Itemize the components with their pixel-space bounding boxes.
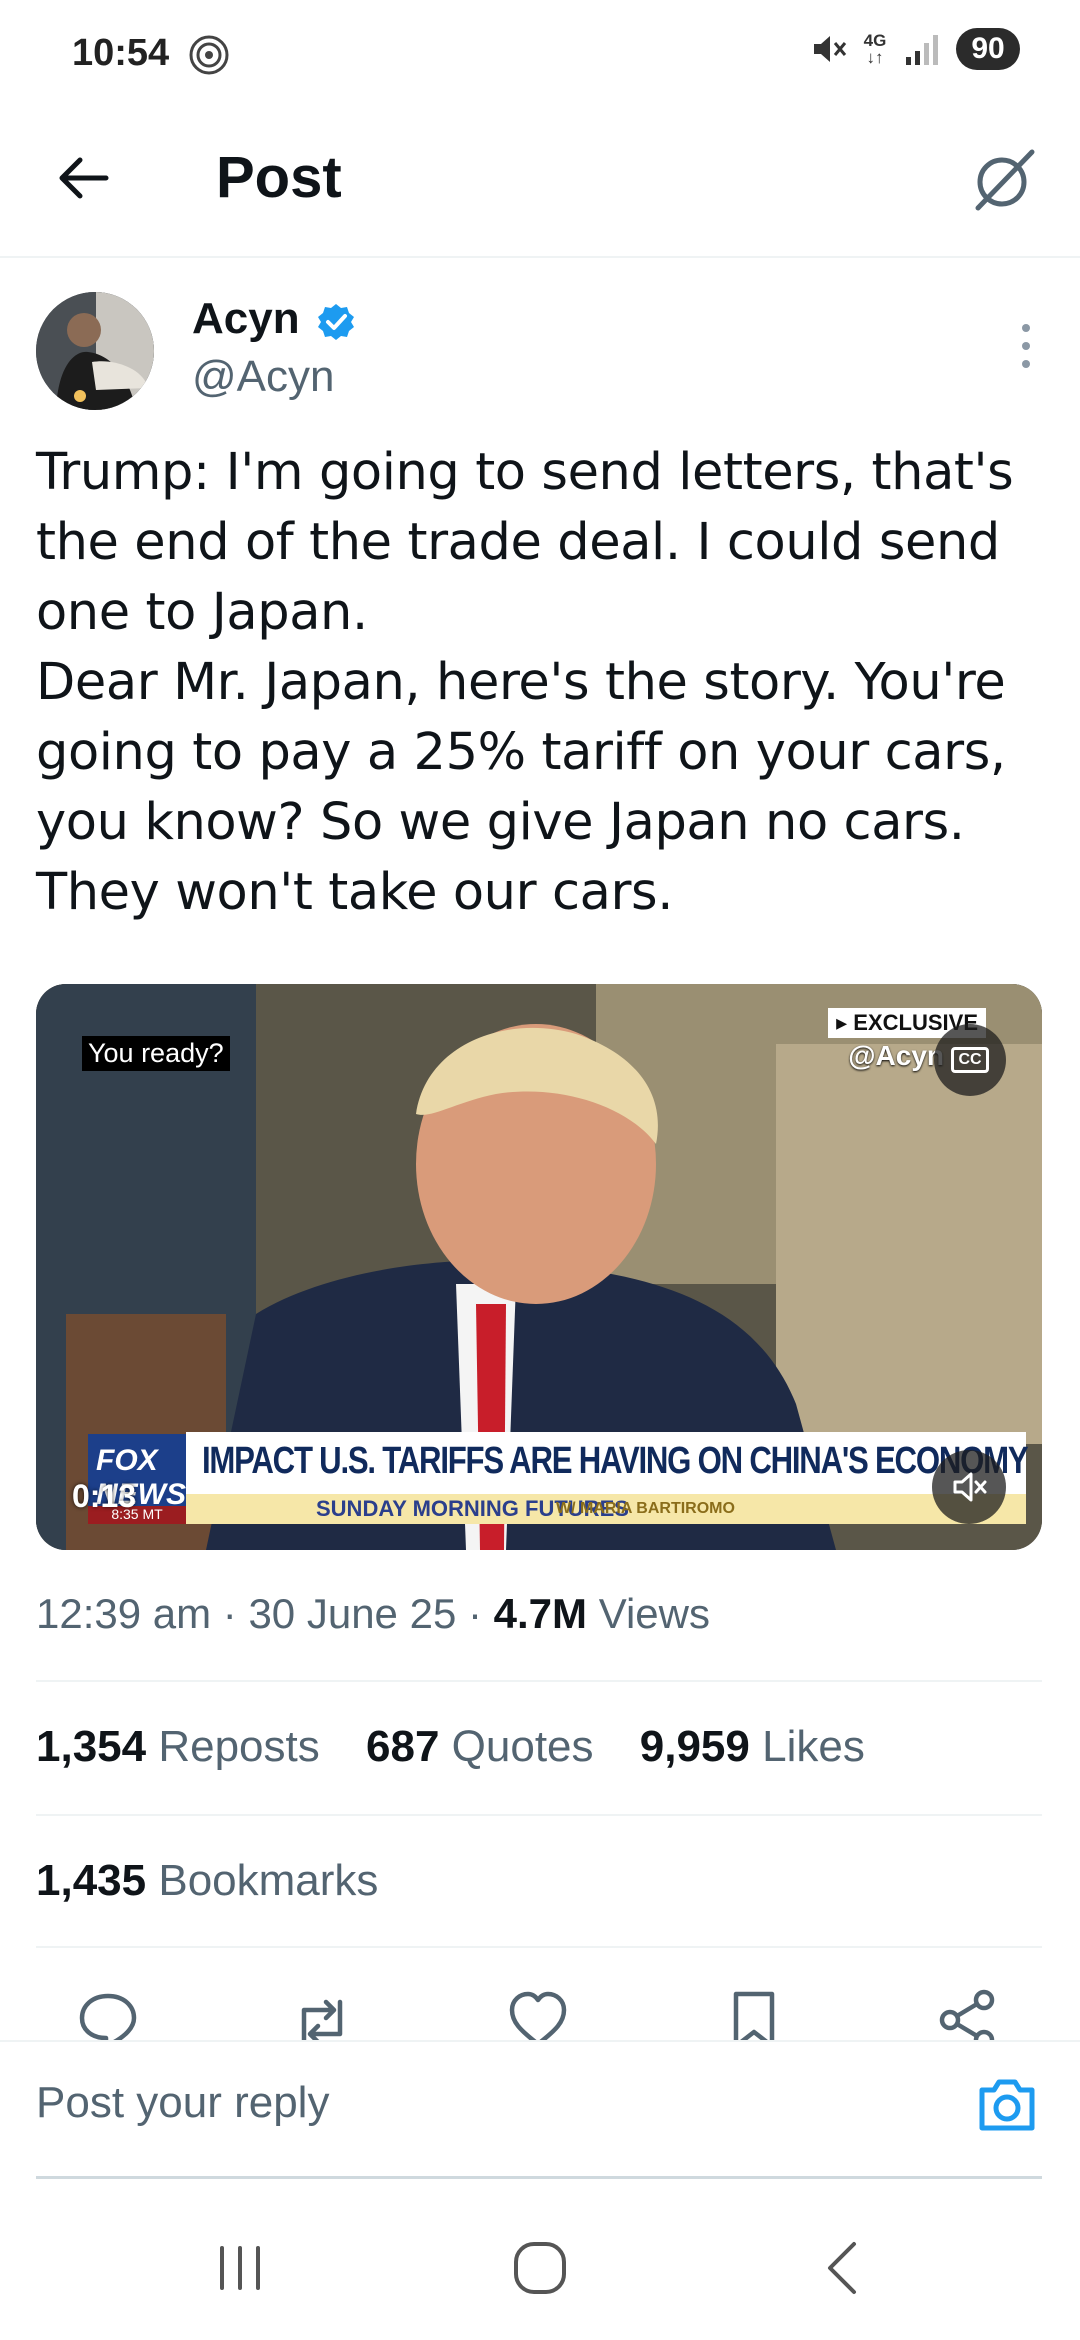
- divider: [36, 1946, 1042, 1948]
- news-headline: IMPACT U.S. TARIFFS ARE HAVING ON CHINA'…: [202, 1440, 1029, 1482]
- reposts-label: Reposts: [158, 1722, 320, 1771]
- cc-icon: CC: [951, 1047, 989, 1073]
- status-bar: 10:54 4G ↓↑ 90: [0, 0, 1080, 110]
- reply-composer: Post your reply: [0, 2040, 1080, 2178]
- grok-icon[interactable]: [968, 144, 1040, 216]
- post-author: Acyn @Acyn: [36, 292, 1044, 422]
- page-title: Post: [216, 145, 342, 210]
- network-label: 4G: [863, 31, 887, 50]
- arrow-left-icon[interactable]: [52, 146, 116, 210]
- bookmark-icon[interactable]: [722, 1988, 786, 2040]
- back-nav-icon[interactable]: [812, 2236, 876, 2300]
- quotes-stat[interactable]: 687 Quotes: [366, 1722, 594, 1772]
- more-vertical-icon[interactable]: [1014, 322, 1038, 370]
- author-name[interactable]: Acyn: [192, 294, 300, 344]
- video-player[interactable]: You ready? ▸ EXCLUSIVE @Acyn CC FOX NEWS…: [36, 984, 1042, 1550]
- video-mute-button[interactable]: [932, 1450, 1006, 1524]
- bookmarks-label: Bookmarks: [158, 1856, 379, 1905]
- views-label[interactable]: Views: [599, 1590, 710, 1637]
- network-type: 4G ↓↑: [862, 32, 888, 66]
- share-icon[interactable]: [936, 1988, 1000, 2040]
- video-watermark: @Acyn: [848, 1040, 944, 1071]
- show-name-bar: SUNDAY MORNING FUTURES W/ MARIA BARTIROM…: [186, 1494, 1026, 1524]
- post-text: Trump: I'm going to send letters, that's…: [36, 443, 1014, 922]
- comment-icon[interactable]: [76, 1988, 140, 2040]
- views-count: 4.7M: [493, 1590, 588, 1637]
- meta-separator: ·: [222, 1590, 249, 1637]
- news-headline-bar: IMPACT U.S. TARIFFS ARE HAVING ON CHINA'…: [186, 1432, 1029, 1494]
- status-indicators: 4G ↓↑ 90: [808, 28, 1020, 70]
- likes-stat[interactable]: 9,959 Likes: [640, 1722, 865, 1772]
- repost-icon[interactable]: [290, 1988, 354, 2040]
- post-meta: 12:39 am · 30 June 25 · 4.7M Views: [36, 1590, 710, 1638]
- system-navigation-bar: [0, 2200, 1080, 2340]
- top-app-bar: Post: [0, 110, 1080, 258]
- meta-separator: ·: [467, 1590, 494, 1637]
- author-handle[interactable]: @Acyn: [192, 352, 334, 402]
- bookmarks-count: 1,435: [36, 1856, 147, 1905]
- heart-icon[interactable]: [506, 1988, 570, 2040]
- video-caption: You ready?: [82, 1036, 230, 1071]
- home-icon[interactable]: [508, 2236, 572, 2300]
- avatar[interactable]: [36, 292, 154, 410]
- reply-input-underline: [36, 2176, 1042, 2179]
- engagement-stats: 1,354 Reposts 687 Quotes 9,959 Likes: [36, 1722, 899, 1772]
- verified-badge-icon: [318, 304, 354, 340]
- quotes-count: 687: [366, 1722, 440, 1771]
- post-actions: [36, 1982, 1042, 2040]
- quotes-label: Quotes: [451, 1722, 594, 1771]
- reply-input[interactable]: Post your reply: [36, 2078, 329, 2128]
- hotspot-icon: [189, 35, 229, 75]
- recent-apps-icon[interactable]: [208, 2236, 272, 2300]
- divider: [36, 1680, 1042, 1682]
- battery-level: 90: [956, 28, 1020, 70]
- mute-icon: [814, 36, 847, 62]
- likes-count: 9,959: [639, 1722, 750, 1771]
- captions-button[interactable]: CC: [934, 1024, 1006, 1096]
- status-time: 10:54: [72, 32, 170, 74]
- data-arrows: ↓↑: [866, 48, 884, 67]
- video-elapsed-time: 0:13: [72, 1478, 137, 1514]
- avatar-image: [36, 292, 154, 410]
- reposts-stat[interactable]: 1,354 Reposts: [36, 1722, 320, 1772]
- signal-icon: [906, 35, 938, 65]
- bookmarks-stat[interactable]: 1,435 Bookmarks: [36, 1856, 378, 1906]
- show-host: W/ MARIA BARTIROMO: [556, 1500, 735, 1517]
- post-time: 12:39 am: [36, 1590, 212, 1637]
- post-date: 30 June 25: [248, 1590, 457, 1637]
- likes-label: Likes: [762, 1722, 865, 1771]
- divider: [36, 1814, 1042, 1816]
- volume-muted-icon: [953, 1472, 987, 1502]
- reposts-count: 1,354: [36, 1722, 147, 1771]
- camera-icon[interactable]: [974, 2072, 1040, 2138]
